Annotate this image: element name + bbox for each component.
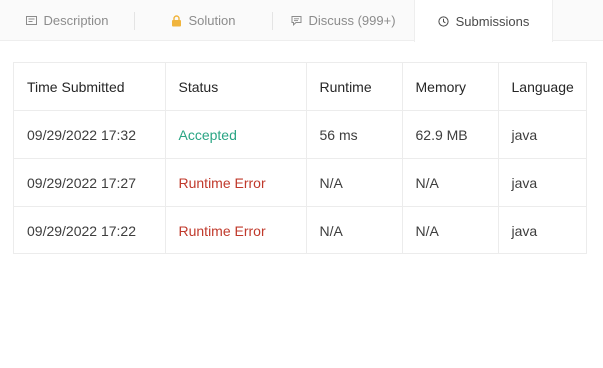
clock-icon xyxy=(438,15,450,27)
cell-memory: 62.9 MB xyxy=(402,110,499,159)
tab-discuss-label: Discuss (999+) xyxy=(308,13,396,28)
header-status: Status xyxy=(165,63,307,111)
status-link[interactable]: Runtime Error xyxy=(165,206,307,254)
cell-language: java xyxy=(498,158,586,207)
cell-language: java xyxy=(498,110,586,159)
cell-memory: N/A xyxy=(402,206,499,254)
status-link[interactable]: Runtime Error xyxy=(165,158,307,207)
description-icon xyxy=(25,15,37,27)
cell-language: java xyxy=(511,222,538,239)
comment-icon xyxy=(290,15,302,27)
cell-time: 09/29/2022 17:27 xyxy=(14,158,166,207)
cell-time: 09/29/2022 17:32 xyxy=(14,110,166,159)
submissions-table: Time Submitted Status Runtime Memory Lan… xyxy=(13,62,587,254)
tab-description[interactable]: Description xyxy=(0,0,134,41)
cell-runtime: 56 ms xyxy=(306,110,403,159)
tab-submissions-label: Submissions xyxy=(455,13,530,29)
cell-runtime: N/A xyxy=(306,206,403,254)
tab-submissions[interactable]: Submissions xyxy=(414,0,553,42)
tab-bar: Description Solution Discuss (999+) Subm… xyxy=(0,0,603,42)
header-language: Language xyxy=(498,63,586,111)
header-memory: Memory xyxy=(402,63,499,111)
status-link[interactable]: Accepted xyxy=(165,110,307,159)
table-header-row: Time Submitted Status Runtime Memory Lan… xyxy=(14,63,586,111)
table-row: 09/29/2022 17:22 Runtime Error N/A N/A j… xyxy=(14,206,586,254)
tab-discuss[interactable]: Discuss (999+) xyxy=(272,0,414,41)
lock-icon xyxy=(171,14,183,27)
table-row: 09/29/2022 17:32 Accepted 56 ms 62.9 MB … xyxy=(14,110,586,159)
tab-solution-label: Solution xyxy=(188,13,236,28)
tab-description-label: Description xyxy=(43,13,109,28)
cell-memory: N/A xyxy=(402,158,499,207)
table-row: 09/29/2022 17:27 Runtime Error N/A N/A j… xyxy=(14,158,586,207)
header-runtime: Runtime xyxy=(306,63,403,111)
tab-solution[interactable]: Solution xyxy=(134,0,272,41)
cell-time: 09/29/2022 17:22 xyxy=(14,206,166,254)
header-time-submitted: Time Submitted xyxy=(14,63,166,111)
cell-runtime: N/A xyxy=(306,158,403,207)
